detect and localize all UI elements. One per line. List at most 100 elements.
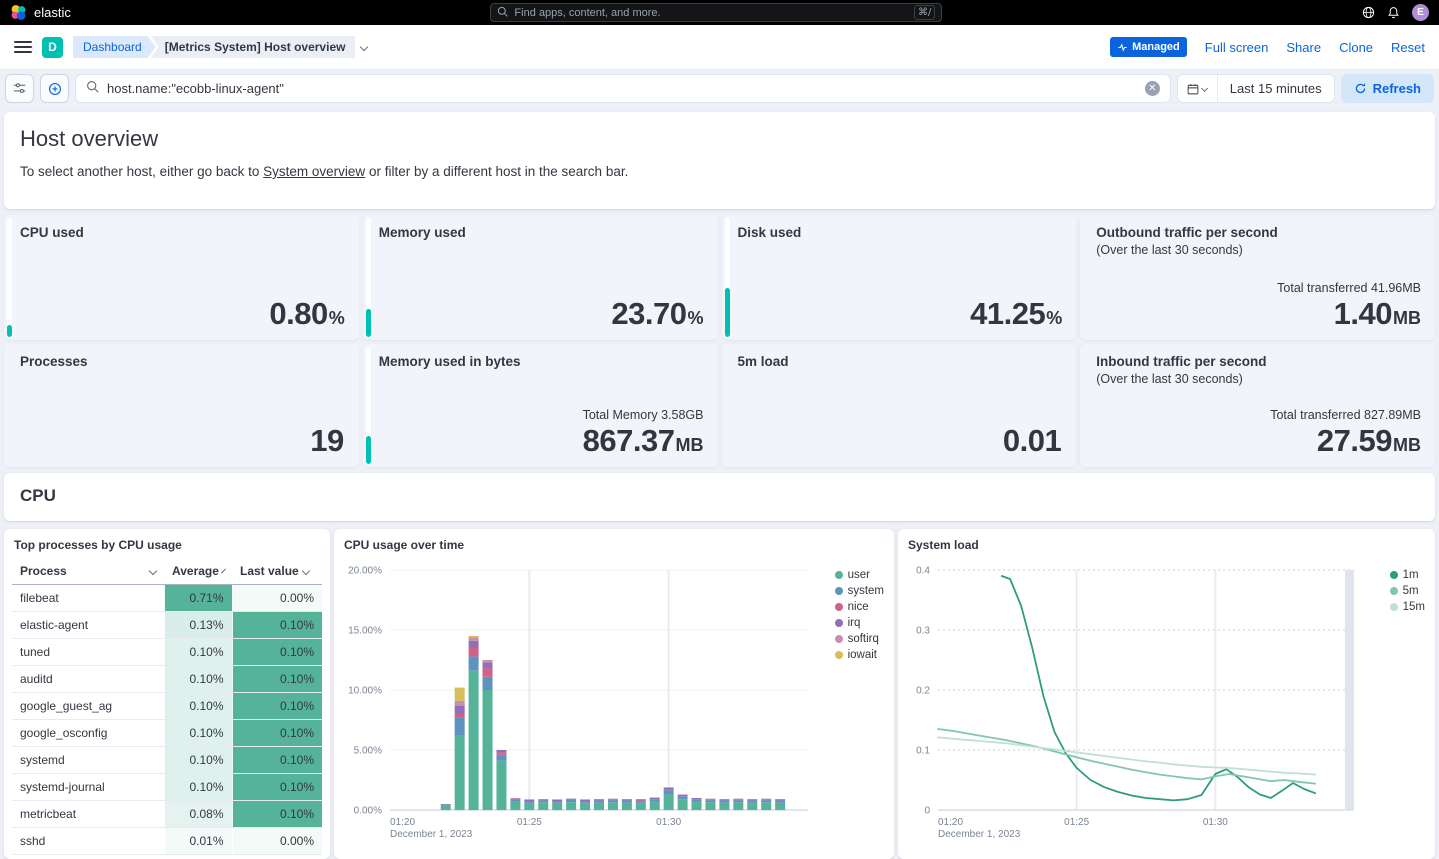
time-range-value[interactable]: Last 15 minutes <box>1218 75 1334 102</box>
metric-title: Outbound traffic per second <box>1096 225 1421 240</box>
elastic-logo-icon[interactable] <box>10 4 27 21</box>
breadcrumb-current[interactable]: [Metrics System] Host overview <box>151 36 356 58</box>
last-value-cell: 0.10% <box>232 611 322 638</box>
legend-item-nice[interactable]: nice <box>835 599 884 615</box>
legend-dot <box>1390 603 1398 611</box>
average-cell: 0.10% <box>164 773 232 800</box>
legend-dot <box>1390 571 1398 579</box>
svg-text:01:30: 01:30 <box>1203 817 1228 828</box>
cpu-usage-chart[interactable]: 0.00%5.00%10.00%15.00%20.00%01:20Decembe… <box>342 558 812 850</box>
legend-item-5m[interactable]: 5m <box>1390 583 1425 599</box>
metric-title: Disk used <box>738 225 1063 240</box>
add-filter-button[interactable] <box>40 74 69 103</box>
query-search-icon <box>86 80 99 98</box>
svg-text:01:20: 01:20 <box>390 817 415 828</box>
legend-item-iowait[interactable]: iowait <box>835 647 884 663</box>
global-header: elastic Find apps, content, and more. ⌘/… <box>0 0 1439 25</box>
section-title: CPU <box>20 486 1419 506</box>
svg-text:15.00%: 15.00% <box>348 626 382 637</box>
description-text: To select another host, either go back t… <box>20 164 263 179</box>
table-row: elastic-agent0.13%0.10% <box>12 611 322 638</box>
plus-circle-icon <box>48 82 62 96</box>
process-cell: systemd-journal <box>12 773 164 800</box>
page-title: Host overview <box>20 126 1419 152</box>
legend-item-15m[interactable]: 15m <box>1390 599 1425 615</box>
system-load-chart[interactable]: 00.10.20.30.401:20December 1, 202301:250… <box>906 558 1364 850</box>
top-processes-panel: Top processes by CPU usage Process Avera… <box>4 529 330 859</box>
svg-text:December 1, 2023: December 1, 2023 <box>938 829 1021 840</box>
filter-bar: ✕ Last 15 minutes Refresh <box>0 70 1439 107</box>
panel-title: CPU usage over time <box>344 538 886 552</box>
average-cell: 0.08% <box>164 800 232 827</box>
legend-item-softirq[interactable]: softirq <box>835 631 884 647</box>
table-row: metricbeat0.08%0.10% <box>12 800 322 827</box>
legend-label: 1m <box>1403 569 1419 581</box>
process-cell: auditd <box>12 665 164 692</box>
breadcrumb-dashboard[interactable]: Dashboard <box>73 36 156 58</box>
metric-title: Inbound traffic per second <box>1096 354 1421 369</box>
time-picker: Last 15 minutes <box>1177 74 1335 103</box>
metric-row-1: CPU used 0.80% Memory used 23.70% Disk u… <box>4 215 1435 340</box>
legend-item-user[interactable]: user <box>835 567 884 583</box>
sort-header-last-value[interactable]: Last value <box>232 558 322 584</box>
legend-label: system <box>848 585 884 597</box>
clone-button[interactable]: Clone <box>1339 40 1373 55</box>
svg-text:5.00%: 5.00% <box>354 746 382 757</box>
cpu-usage-panel: CPU usage over time 0.00%5.00%10.00%15.0… <box>334 529 894 859</box>
chevron-down-icon <box>149 567 157 575</box>
cpu-row: Top processes by CPU usage Process Avera… <box>4 529 1435 859</box>
notifications-bell-icon[interactable] <box>1387 6 1400 19</box>
refresh-button[interactable]: Refresh <box>1341 74 1434 103</box>
full-screen-button[interactable]: Full screen <box>1205 40 1269 55</box>
average-cell: 0.71% <box>164 584 232 611</box>
legend-item-system[interactable]: system <box>835 583 884 599</box>
legend-item-1m[interactable]: 1m <box>1390 567 1425 583</box>
progress-fill <box>366 436 371 464</box>
legend-dot <box>835 587 843 595</box>
legend-dot <box>835 619 843 627</box>
breadcrumb-chevron-down-icon[interactable] <box>361 44 367 50</box>
reset-button[interactable]: Reset <box>1391 40 1425 55</box>
page-description: To select another host, either go back t… <box>20 164 1419 179</box>
legend-label: 15m <box>1403 601 1425 613</box>
metric-memory-used: Memory used 23.70% <box>363 215 718 340</box>
breadcrumb: Dashboard [Metrics System] Host overview <box>73 36 367 58</box>
progress-fill <box>725 288 730 337</box>
table-row: filebeat0.71%0.00% <box>12 584 322 611</box>
system-load-panel: System load 00.10.20.30.401:20December 1… <box>898 529 1435 859</box>
dashboard-nav-bar: D Dashboard [Metrics System] Host overvi… <box>0 25 1439 70</box>
metric-subtitle: (Over the last 30 seconds) <box>1096 372 1421 386</box>
cpu-usage-legend: user system niceirqsoftirqiowait <box>835 567 884 663</box>
system-overview-link[interactable]: System overview <box>263 164 365 179</box>
metric-disk-used: Disk used 41.25% <box>722 215 1077 340</box>
legend-dot <box>835 571 843 579</box>
svg-text:0.4: 0.4 <box>916 566 930 577</box>
metric-cpu-used: CPU used 0.80% <box>4 215 359 340</box>
clear-query-icon[interactable]: ✕ <box>1145 81 1160 96</box>
menu-hamburger-icon[interactable] <box>14 41 32 53</box>
user-avatar[interactable]: E <box>1412 4 1429 21</box>
progress-fill <box>7 325 12 337</box>
sort-header-average[interactable]: Average <box>164 558 232 584</box>
sort-header-process[interactable]: Process <box>12 558 164 584</box>
panel-title: Top processes by CPU usage <box>14 538 322 552</box>
global-search-input[interactable]: Find apps, content, and more. ⌘/ <box>490 3 942 22</box>
metric-secondary: Total transferred 827.89MB <box>1096 408 1421 422</box>
globe-icon[interactable] <box>1362 6 1375 19</box>
metric-unit: % <box>687 308 703 329</box>
progress-track <box>725 218 730 337</box>
legend-item-irq[interactable]: irq <box>835 615 884 631</box>
svg-text:20.00%: 20.00% <box>348 566 382 577</box>
share-button[interactable]: Share <box>1286 40 1321 55</box>
svg-text:0.1: 0.1 <box>916 746 930 757</box>
process-cell: google_guest_ag <box>12 692 164 719</box>
legend-dot <box>1390 587 1398 595</box>
filter-settings-button[interactable] <box>5 74 34 103</box>
query-input[interactable] <box>107 81 1137 96</box>
managed-badge[interactable]: Managed <box>1110 37 1187 57</box>
dashboard-app-icon: D <box>42 37 63 58</box>
last-value-cell: 0.10% <box>232 746 322 773</box>
calendar-button[interactable] <box>1178 75 1218 102</box>
progress-track <box>366 347 371 464</box>
process-cell: metricbeat <box>12 800 164 827</box>
